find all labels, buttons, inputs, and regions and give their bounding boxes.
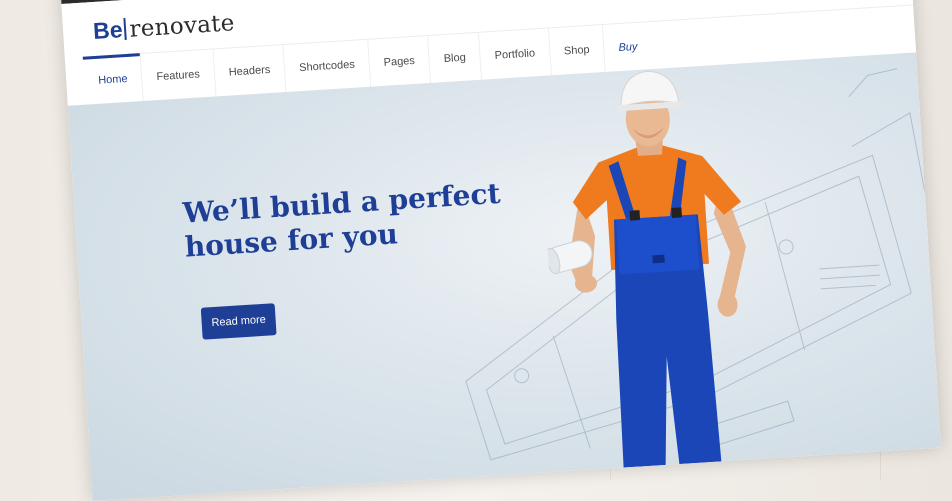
read-more-button[interactable]: Read more [200,303,277,340]
nav-item-features[interactable]: Features [141,49,217,102]
nav-item-home[interactable]: Home [82,54,145,106]
worker-image [545,70,746,470]
site-logo[interactable]: Be renovate [92,9,235,45]
nav-item-headers[interactable]: Headers [213,45,287,98]
website-mockup: Berenovate 0 [60,0,941,501]
nav-item-blog[interactable]: Blog [428,32,483,84]
nav-item-portfolio[interactable]: Portfolio [479,28,552,81]
logo-name: renovate [128,10,236,43]
logo-prefix: Be [92,16,124,44]
browser-page: Berenovate 0 [60,0,941,501]
nav-item-shop[interactable]: Shop [548,24,607,77]
nav-item-buy[interactable]: Buy [603,22,653,73]
blueprint-drawing [465,68,926,461]
hero-banner: We’ll build a perfect house for you Read… [67,52,941,501]
nav-item-pages[interactable]: Pages [368,35,432,88]
nav-item-shortcodes[interactable]: Shortcodes [283,39,372,93]
logo-divider [123,17,128,41]
